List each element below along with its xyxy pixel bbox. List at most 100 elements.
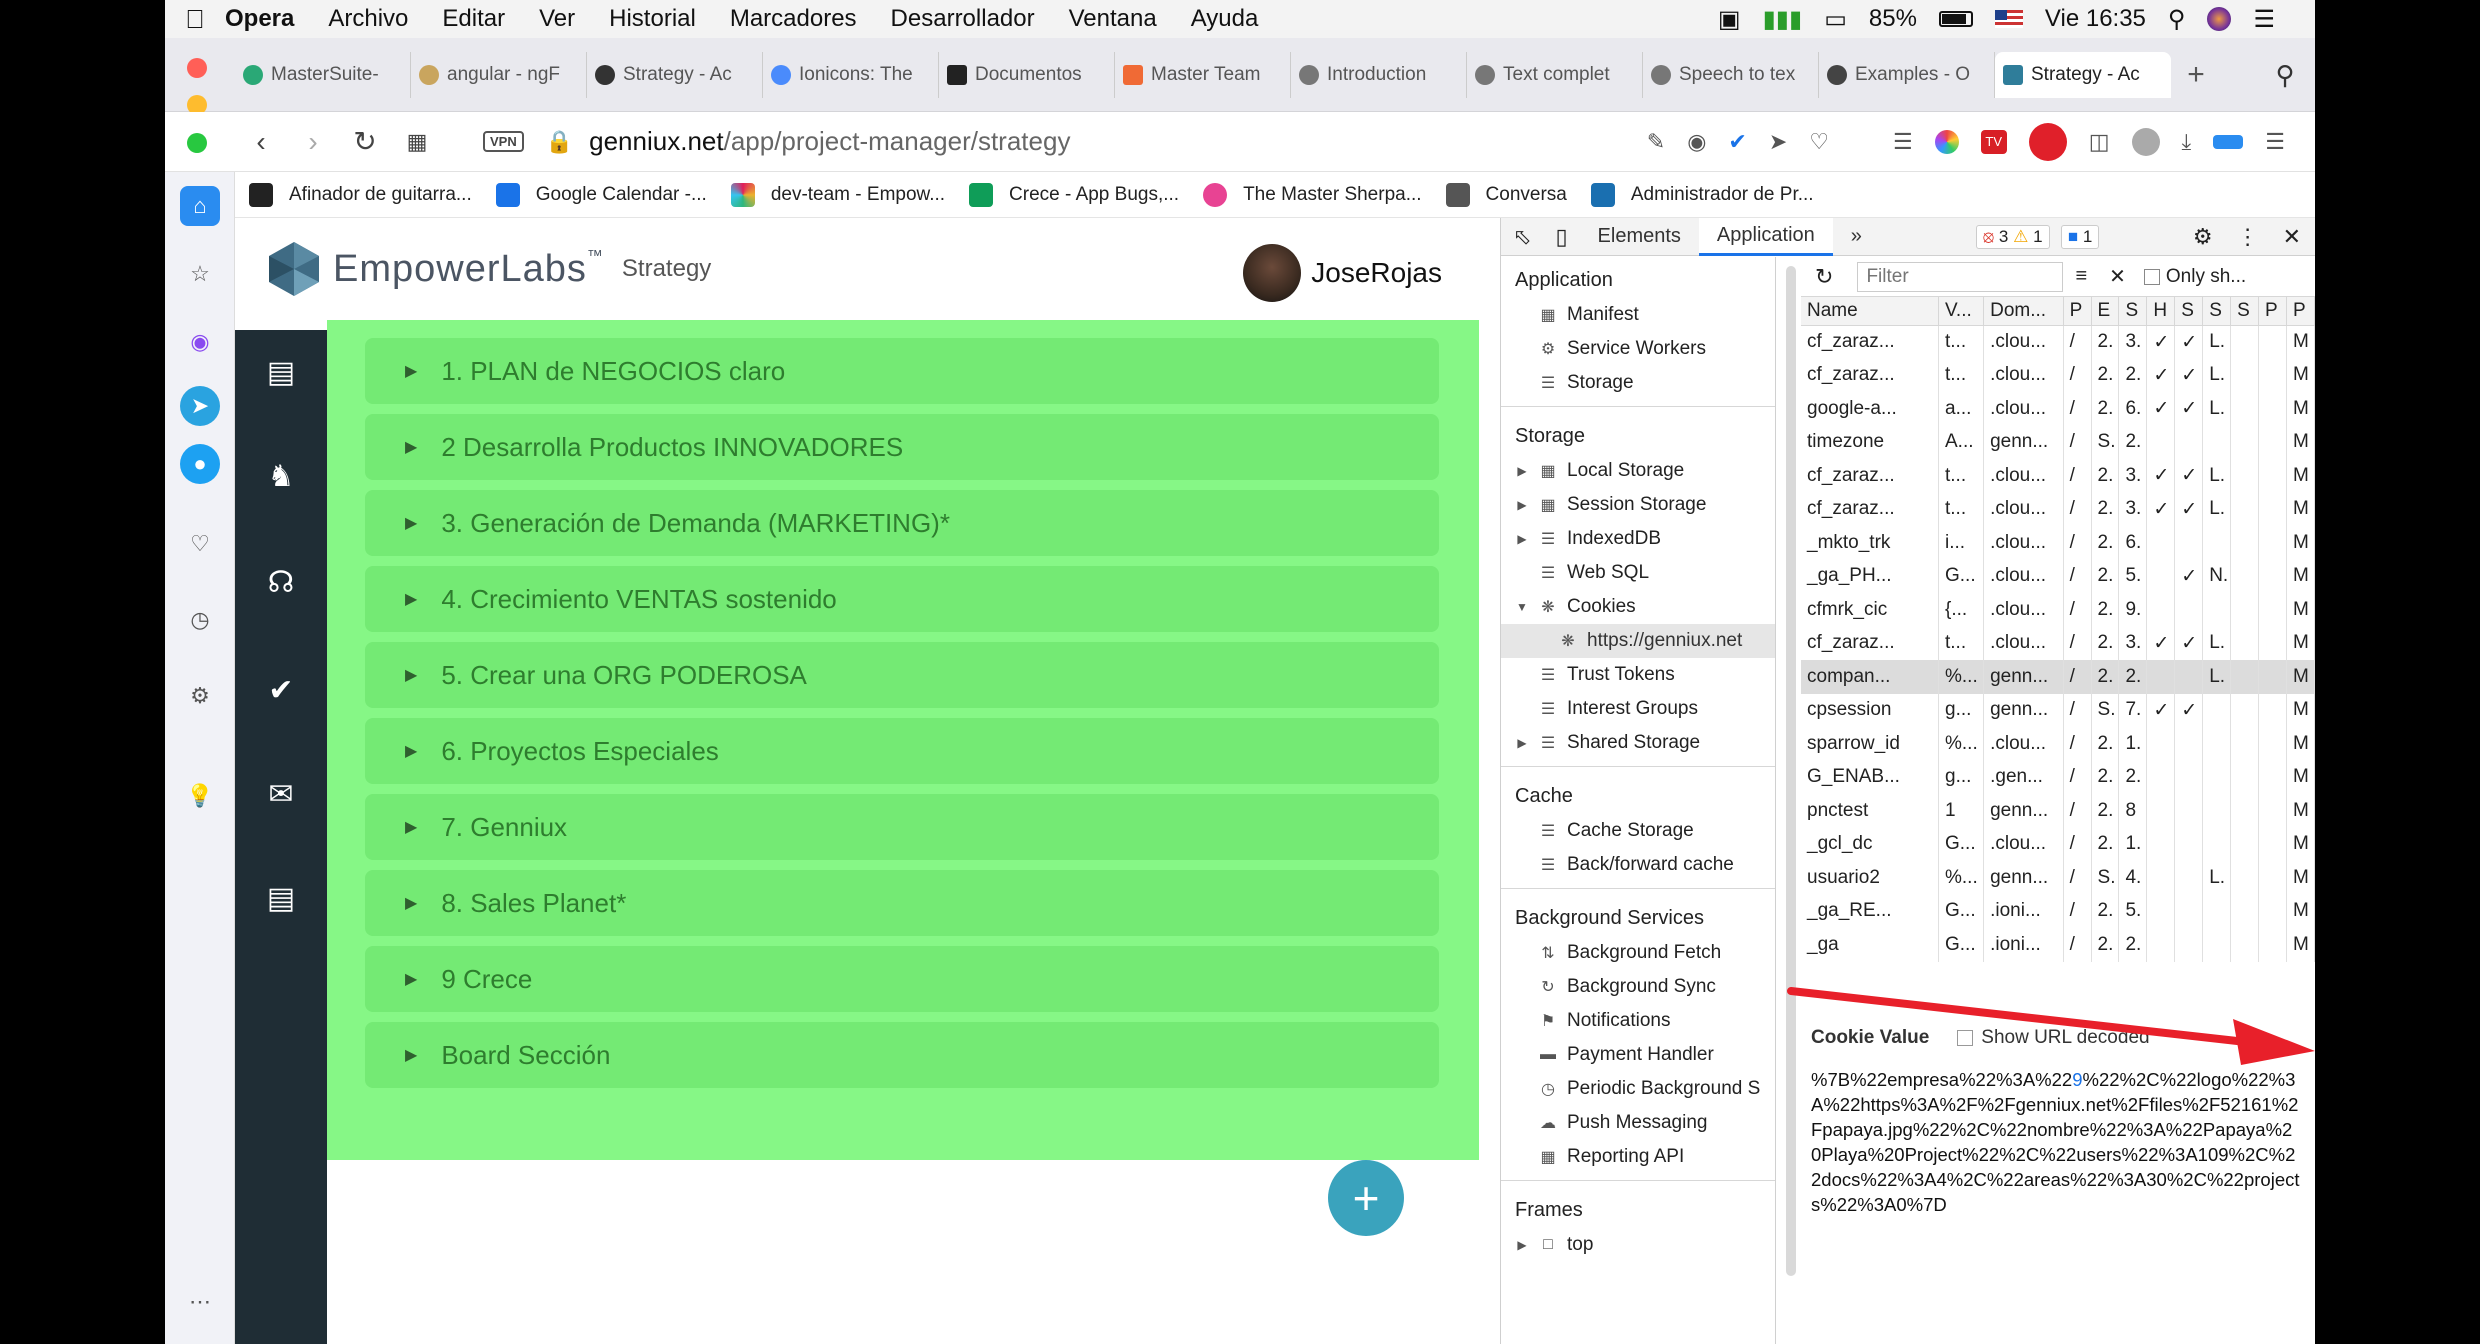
tab-strategy-active[interactable]: Strategy - Ac: [1995, 52, 2171, 98]
heart-icon[interactable]: ♡: [1809, 129, 1829, 155]
tips-icon[interactable]: 💡: [180, 776, 220, 816]
collapse-arrow-icon[interactable]: ▼: [1515, 600, 1529, 614]
expand-triangle-icon[interactable]: ▶: [405, 817, 417, 837]
tree-background-sync[interactable]: ↻ Background Sync: [1501, 970, 1775, 1004]
table-row[interactable]: G_ENAB... g... .gen.../2. 2. M: [1801, 760, 2315, 794]
strategy-item-board[interactable]: ▶ Board Sección: [365, 1022, 1439, 1088]
sidebar-scrollbar[interactable]: [1786, 266, 1796, 1276]
filter-input[interactable]: [1857, 261, 2064, 292]
strategy-item-1[interactable]: ▶ 1. PLAN de NEGOCIOS claro: [365, 338, 1439, 404]
col-secure[interactable]: S: [2174, 297, 2204, 326]
easy-setup-icon[interactable]: ☰: [1893, 129, 1913, 155]
col-partition[interactable]: P: [2258, 297, 2287, 326]
expand-triangle-icon[interactable]: ▶: [405, 741, 417, 761]
errors-badge[interactable]: ⦻ 3 ⚠ 1: [1975, 224, 2050, 249]
table-row[interactable]: pnctest 1 genn.../2. 8 M: [1801, 794, 2315, 828]
tab-strategy-1[interactable]: Strategy - Ac: [587, 52, 763, 98]
download-icon[interactable]: ⤓: [2182, 129, 2192, 155]
tab-documentos[interactable]: Documentos: [939, 52, 1115, 98]
tree-shared-storage[interactable]: ▶ ☰ Shared Storage: [1501, 726, 1775, 760]
menu-editar[interactable]: Editar: [442, 5, 505, 33]
tree-interest-groups[interactable]: ☰ Interest Groups: [1501, 692, 1775, 726]
battery-icon[interactable]: [1938, 11, 1973, 27]
close-devtools-icon[interactable]: ✕: [2269, 224, 2315, 250]
branch-icon[interactable]: ☊: [261, 562, 301, 602]
tree-cookie-origin[interactable]: ❋ https://genniux.net: [1501, 624, 1775, 658]
history-icon[interactable]: ◷: [180, 600, 220, 640]
vpn-badge[interactable]: VPN: [483, 131, 524, 152]
bookmark-conversa[interactable]: Conversa: [1445, 182, 1567, 207]
shield-check-icon[interactable]: ✔: [1728, 129, 1746, 155]
expand-triangle-icon[interactable]: ▶: [405, 1045, 417, 1065]
menu-historial[interactable]: Historial: [609, 5, 696, 33]
tree-manifest[interactable]: ▦ Manifest: [1501, 298, 1775, 332]
strategy-item-5[interactable]: ▶ 5. Crear una ORG PODEROSA: [365, 642, 1439, 708]
expand-arrow-icon[interactable]: ▶: [1515, 532, 1529, 546]
url-field[interactable]: genniux.net/app/project-manager/strategy: [589, 126, 1070, 157]
table-row[interactable]: sparrow_id%... .clou.../2. 1. M: [1801, 727, 2315, 761]
more-tabs-icon[interactable]: »: [1833, 218, 1880, 256]
col-name[interactable]: Name: [1801, 297, 1939, 326]
bookmark-administrador[interactable]: Administrador de Pr...: [1590, 182, 1814, 207]
strategy-item-6[interactable]: ▶ 6. Proyectos Especiales: [365, 718, 1439, 784]
col-domain[interactable]: Dom...: [1983, 297, 2064, 326]
chat-icon[interactable]: ✉: [261, 774, 301, 814]
snapshot-icon[interactable]: ◉: [1687, 129, 1706, 155]
kebab-menu-icon[interactable]: ⋮: [2227, 224, 2269, 250]
tree-push-messaging[interactable]: ☁ Push Messaging: [1501, 1106, 1775, 1140]
tree-periodic-background-sync[interactable]: ◷ Periodic Background S: [1501, 1072, 1775, 1106]
profile-icon[interactable]: [2131, 127, 2160, 156]
apple-icon[interactable]: : [165, 4, 225, 35]
tree-payment-handler[interactable]: ▬ Payment Handler: [1501, 1038, 1775, 1072]
menu-ver[interactable]: Ver: [539, 5, 575, 33]
tree-session-storage[interactable]: ▶ ▦ Session Storage: [1501, 488, 1775, 522]
more-icon[interactable]: ⋯: [180, 1282, 220, 1322]
table-row[interactable]: cfmrk_cic {... .clou.../2. 9. M: [1801, 593, 2315, 627]
share-icon[interactable]: ✎: [1647, 129, 1665, 155]
strategy-item-2[interactable]: ▶ 2 Desarrolla Productos INNOVADORES: [365, 414, 1439, 480]
strategy-item-3[interactable]: ▶ 3. Generación de Demanda (MARKETING)*: [365, 490, 1439, 556]
table-row[interactable]: google-a... a... .clou.../2. 6. ✓ ✓ L. M: [1801, 392, 2315, 426]
expand-triangle-icon[interactable]: ▶: [405, 513, 417, 533]
tree-notifications[interactable]: ⚑ Notifications: [1501, 1004, 1775, 1038]
airplay-icon[interactable]: ▭: [1824, 5, 1847, 34]
device-toolbar-icon[interactable]: ▯: [1543, 224, 1579, 250]
menu-ayuda[interactable]: Ayuda: [1191, 5, 1259, 33]
grid-view-icon[interactable]: ▦: [391, 129, 443, 155]
table-row[interactable]: timezone A... genn... / S. 2. M: [1801, 425, 2315, 459]
expand-triangle-icon[interactable]: ▶: [405, 361, 417, 381]
tab-angular[interactable]: angular - ngF: [411, 52, 587, 98]
strategy-item-9[interactable]: ▶ 9 Crece: [365, 946, 1439, 1012]
bookmark-crece[interactable]: Crece - App Bugs,...: [969, 182, 1179, 207]
speed-dial-icon[interactable]: ☆: [180, 254, 220, 294]
clear-icon[interactable]: ✕: [2099, 264, 2136, 289]
table-row[interactable]: cf_zaraz... t... .clou.../2. 3. ✓ ✓ L. M: [1801, 626, 2315, 660]
reload-button[interactable]: ↻: [339, 125, 391, 158]
table-row[interactable]: _ga G... .ioni.../2. 2. M: [1801, 928, 2315, 962]
col-size[interactable]: S: [2118, 297, 2148, 326]
menu-desarrollador[interactable]: Desarrollador: [891, 5, 1035, 33]
check-circle-icon[interactable]: ✔: [261, 670, 301, 710]
col-path[interactable]: P: [2063, 297, 2092, 326]
tree-background-fetch[interactable]: ⇅ Background Fetch: [1501, 936, 1775, 970]
issues-counter[interactable]: ⦻ 3 ⚠ 1 ■ 1: [1970, 224, 2100, 249]
table-row[interactable]: cf_zaraz... t... .clou.../2. 3. ✓ ✓ L. M: [1801, 325, 2315, 359]
tab-application[interactable]: Application: [1698, 217, 1833, 256]
tab-text-completion[interactable]: Text complet: [1467, 52, 1643, 98]
tab-elements[interactable]: Elements: [1580, 218, 1699, 256]
menu-marcadores[interactable]: Marcadores: [730, 5, 857, 33]
col-sameparty[interactable]: S: [2230, 297, 2260, 326]
table-row[interactable]: cf_zaraz... t... .clou.../2. 3. ✓ ✓ L. M: [1801, 459, 2315, 493]
record-extension-icon[interactable]: [2028, 122, 2067, 161]
expand-triangle-icon[interactable]: ▶: [405, 437, 417, 457]
expand-arrow-icon[interactable]: ▶: [1515, 736, 1529, 750]
strategy-item-4[interactable]: ▶ 4. Crecimiento VENTAS sostenido: [365, 566, 1439, 632]
messenger-icon[interactable]: ◉: [180, 322, 220, 362]
battery-saver-icon[interactable]: [2213, 134, 2244, 149]
messages-badge[interactable]: ■ 1: [2060, 224, 2100, 249]
forward-button[interactable]: ›: [287, 126, 339, 158]
tree-trust-tokens[interactable]: ☰ Trust Tokens: [1501, 658, 1775, 692]
tv-extension-icon[interactable]: TV: [1980, 129, 2007, 154]
menu-icon[interactable]: ☰: [2265, 129, 2285, 155]
settings-icon[interactable]: ⚙: [180, 676, 220, 716]
